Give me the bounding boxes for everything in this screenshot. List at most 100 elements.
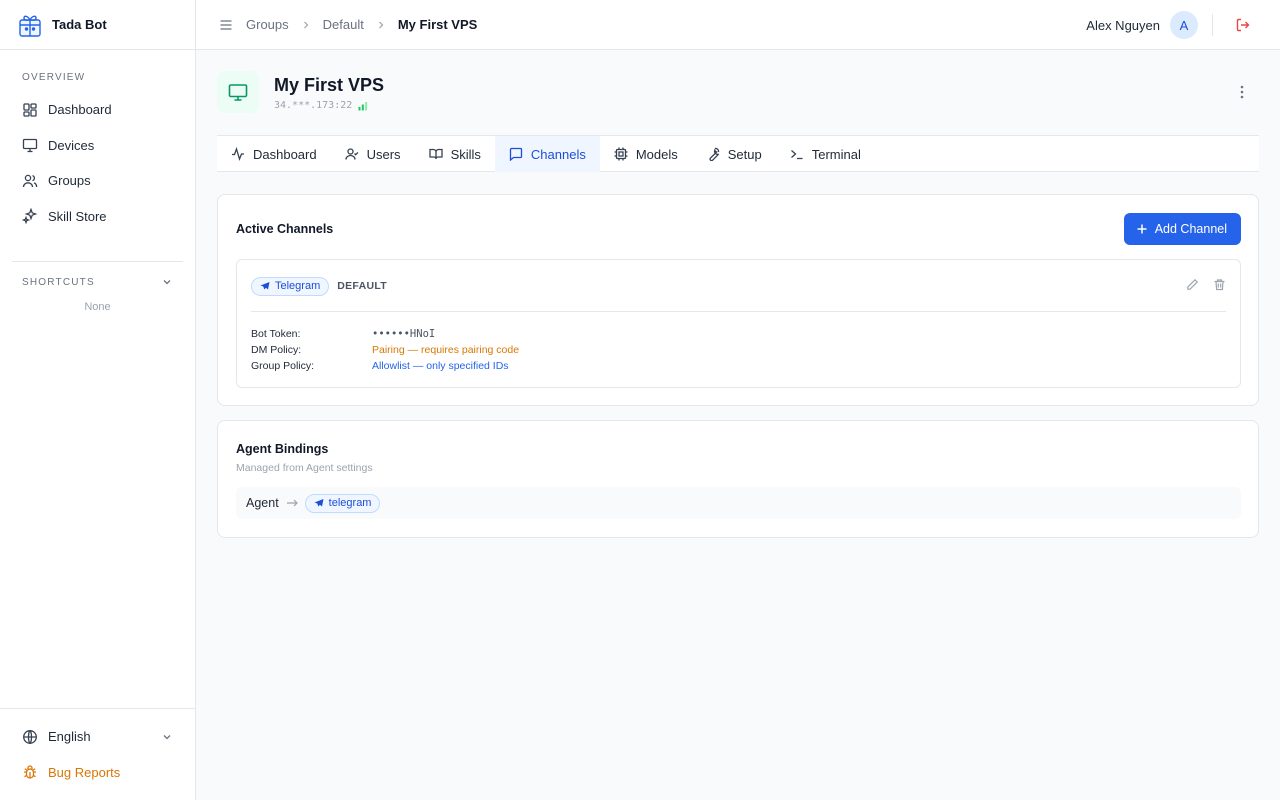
trash-icon[interactable] [1213, 278, 1226, 291]
device-address-text: 34.***.173:22 [274, 100, 353, 111]
grid-icon [23, 103, 37, 117]
header-divider [1212, 14, 1213, 36]
user-menu: Alex Nguyen A [1086, 0, 1280, 50]
agent-bindings-title: Agent Bindings [236, 442, 329, 456]
dm-policy-value: Pairing — requires pairing code [372, 344, 520, 356]
tab-terminal[interactable]: Terminal [776, 136, 875, 172]
tab-label: Skills [450, 146, 481, 162]
edit-icon[interactable] [1186, 278, 1199, 291]
brand[interactable]: Tada Bot [0, 0, 195, 50]
channel-divider [251, 311, 1226, 312]
channel-details: Bot Token: ••••••HNoI DM Policy: Pairing… [251, 326, 519, 374]
breadcrumb-groups[interactable]: Groups [246, 17, 289, 32]
tab-label: Channels [530, 146, 586, 162]
bot-token-value: ••••••HNoI [372, 328, 436, 340]
channel-detail-row: Group Policy: Allowlist — only specified… [251, 358, 519, 374]
add-channel-label: Add Channel [1154, 222, 1227, 236]
gift-robot-logo-icon [19, 15, 41, 37]
channel-detail-row: Bot Token: ••••••HNoI [251, 326, 519, 342]
arrow-right-icon [286, 499, 298, 507]
tab-dashboard[interactable]: Dashboard [217, 136, 331, 172]
monitor-icon [228, 84, 248, 101]
breadcrumb: Groups Default My First VPS [246, 17, 477, 32]
topbar: Groups Default My First VPS Alex Nguyen … [196, 0, 1280, 50]
user-check-icon [344, 148, 359, 160]
book-open-icon [428, 148, 443, 160]
sidebar-divider [12, 261, 183, 262]
shortcuts-empty-text: None [84, 301, 111, 313]
bug-reports-label: Bug Reports [48, 764, 121, 780]
sidebar-item-label: Groups [48, 173, 91, 189]
group-policy-value: Allowlist — only specified IDs [372, 360, 509, 372]
users-icon [22, 174, 38, 187]
app-name: Tada Bot [52, 17, 107, 32]
sidebar-item-groups[interactable]: Groups [12, 163, 183, 199]
message-square-icon [509, 147, 523, 161]
active-channels-card: Active Channels Add Channel Telegram DEF… [217, 194, 1259, 406]
sidebar-item-label: Dashboard [48, 102, 112, 118]
device-title: My First VPS [274, 75, 385, 95]
channel-type-badge: Telegram [251, 276, 330, 296]
overview-section-title: OVERVIEW [22, 72, 86, 83]
binding-channel-label: telegram [328, 497, 372, 509]
dm-policy-label: DM Policy: [251, 344, 302, 356]
channel-default-tag: DEFAULT [337, 280, 387, 292]
binding-row: Agent telegram [236, 487, 1241, 519]
device-icon-box [217, 71, 259, 113]
tab-channels[interactable]: Channels [494, 136, 600, 172]
active-channels-title: Active Channels [236, 222, 334, 236]
language-selector[interactable]: English [12, 719, 183, 755]
monitor-icon [22, 139, 38, 153]
agent-bindings-card: Agent Bindings Managed from Agent settin… [217, 420, 1259, 538]
chevron-right-icon [303, 21, 308, 28]
plus-icon [1137, 224, 1147, 234]
device-tabs: Dashboard Users Skills Channels Models S… [217, 135, 1259, 172]
channel-header: Telegram DEFAULT [251, 276, 1226, 296]
binding-agent-name: Agent [246, 496, 279, 510]
sidebar-footer: English Bug Reports [0, 708, 195, 800]
bot-token-label: Bot Token: [251, 328, 301, 340]
add-channel-button[interactable]: Add Channel [1123, 213, 1241, 245]
logout-icon[interactable] [1235, 17, 1251, 33]
channel-type-label: Telegram [275, 280, 321, 292]
tab-users[interactable]: Users [331, 136, 415, 172]
tab-setup[interactable]: Setup [692, 136, 776, 172]
bug-reports-link[interactable]: Bug Reports [12, 755, 183, 791]
group-policy-label: Group Policy: [251, 360, 315, 372]
agent-bindings-subtitle: Managed from Agent settings [236, 462, 373, 474]
sidebar-item-label: Devices [48, 137, 95, 153]
sidebar-nav: Dashboard Devices Groups Skill Store [12, 92, 183, 234]
menu-icon[interactable] [218, 17, 234, 33]
chevron-down-icon [163, 280, 171, 285]
tab-label: Dashboard [253, 146, 317, 162]
language-label: English [48, 729, 91, 745]
device-address: 34.***.173:22 [274, 100, 368, 111]
sidebar: Tada Bot OVERVIEW Dashboard Devices Grou… [0, 0, 196, 800]
sidebar-item-devices[interactable]: Devices [12, 128, 183, 164]
tab-label: Models [635, 146, 678, 162]
sparkles-icon [22, 208, 38, 225]
tab-label: Setup [727, 146, 762, 162]
more-vertical-icon[interactable] [1234, 84, 1250, 100]
shortcuts-toggle[interactable]: SHORTCUTS [0, 276, 195, 288]
user-name[interactable]: Alex Nguyen [1086, 18, 1160, 33]
wrench-icon [709, 147, 719, 161]
telegram-icon [314, 499, 324, 507]
bug-icon [24, 765, 36, 779]
signal-icon [358, 101, 368, 110]
tab-skills[interactable]: Skills [415, 136, 495, 172]
breadcrumb-default[interactable]: Default [323, 17, 364, 32]
chevron-down-icon [163, 734, 171, 740]
avatar[interactable]: A [1170, 11, 1198, 39]
tab-label: Terminal [811, 146, 861, 162]
activity-icon [232, 147, 244, 161]
channel-actions [1172, 278, 1226, 291]
sidebar-item-skill-store[interactable]: Skill Store [12, 199, 183, 235]
sidebar-item-dashboard[interactable]: Dashboard [12, 92, 183, 128]
channel-item: Telegram DEFAULT Bot Token: ••••••HNoI D… [236, 259, 1241, 388]
binding-channel-badge: telegram [304, 493, 381, 513]
cpu-icon [614, 147, 628, 161]
tab-models[interactable]: Models [600, 136, 692, 172]
breadcrumb-current: My First VPS [397, 17, 478, 32]
telegram-icon [260, 282, 270, 290]
